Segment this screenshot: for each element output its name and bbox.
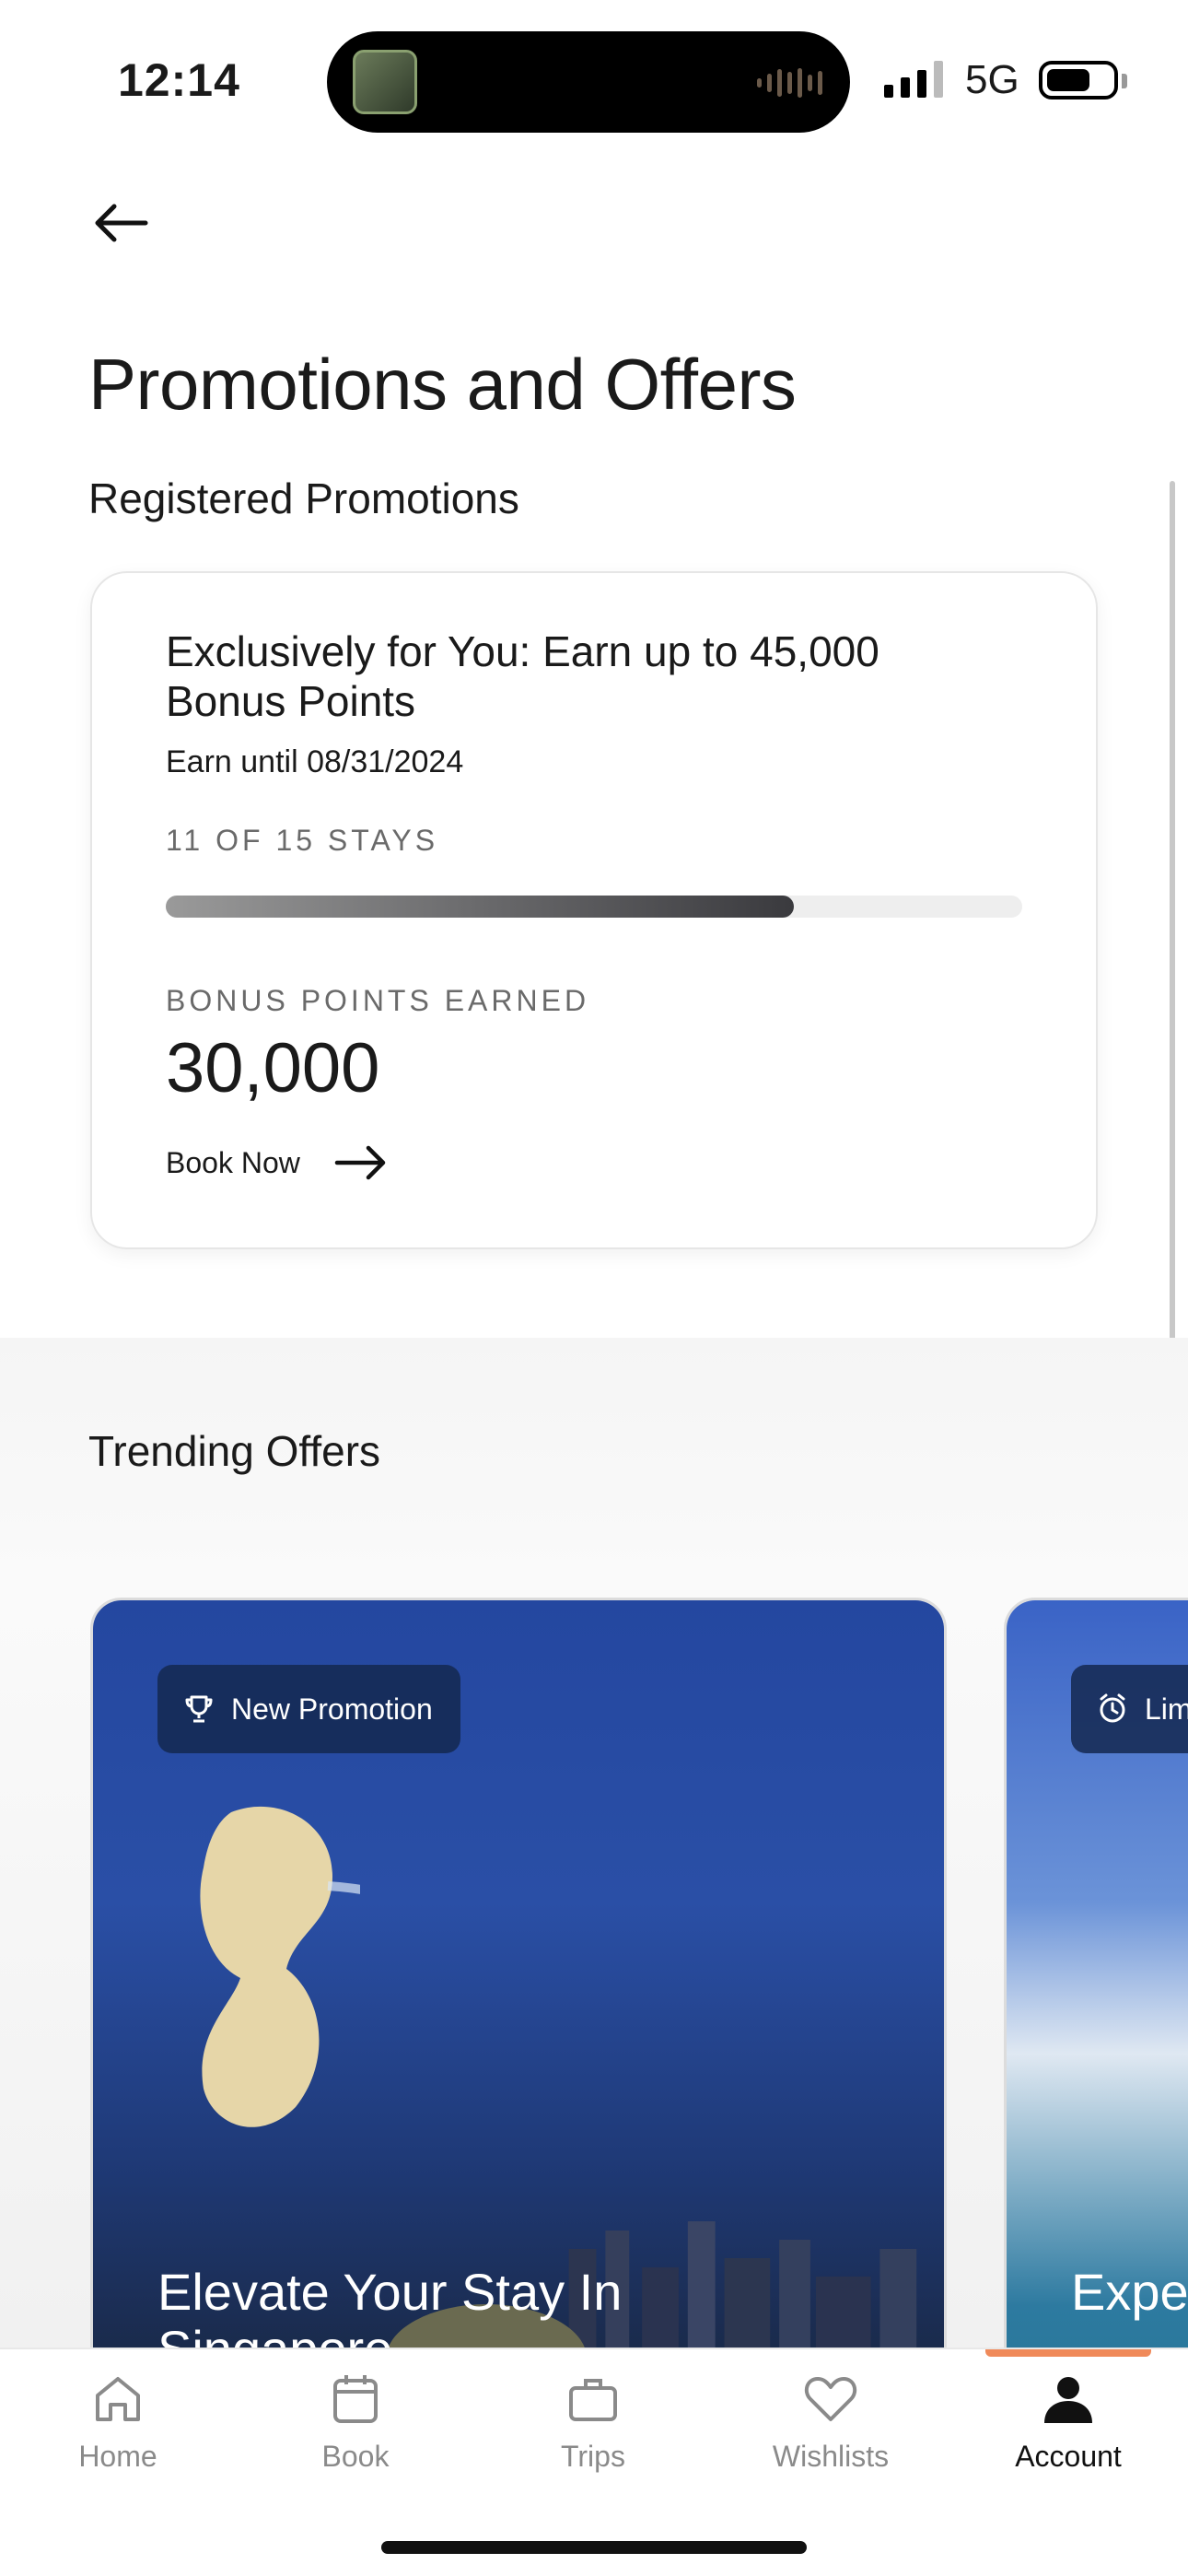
briefcase-icon: [569, 2379, 617, 2421]
book-now-label: Book Now: [166, 1145, 300, 1179]
nav-item-wishlists[interactable]: Wishlists: [739, 2371, 923, 2528]
alarm-clock-icon: [1100, 1693, 1125, 1723]
nav-item-book[interactable]: Book: [263, 2371, 448, 2528]
nav-label-book: Book: [321, 2440, 390, 2473]
offer-badge-label: New Promotion: [231, 1692, 433, 1726]
calendar-icon: [333, 2375, 378, 2423]
network-type: 5G: [965, 57, 1019, 102]
home-icon: [96, 2377, 140, 2421]
offer-badge-label: Lim: [1145, 1692, 1188, 1726]
nav-label-home: Home: [78, 2440, 157, 2473]
offer-badge: New Promotion: [157, 1665, 460, 1753]
promotion-deadline: Earn until 08/31/2024: [166, 744, 464, 779]
heart-icon: [804, 2377, 857, 2421]
audio-wave-icon: [757, 68, 822, 98]
offer-badge: Lim: [1071, 1665, 1188, 1753]
nav-label-trips: Trips: [561, 2440, 625, 2473]
merlion-illustration: [200, 1806, 360, 2127]
registered-promotions-heading: Registered Promotions: [88, 474, 519, 522]
back-button[interactable]: [90, 195, 151, 256]
arrow-right-icon: [334, 1145, 386, 1180]
battery-cap: [1122, 74, 1127, 88]
stays-progress-label: 11 OF 15 STAYS: [166, 824, 439, 857]
trending-offers-heading: Trending Offers: [88, 1427, 381, 1475]
active-tab-indicator: [985, 2349, 1151, 2357]
bonus-points-label: BONUS POINTS EARNED: [166, 984, 590, 1017]
dynamic-island[interactable]: [327, 31, 850, 133]
battery-icon: [1039, 61, 1118, 100]
bonus-points-value: 30,000: [166, 1029, 380, 1107]
nav-item-account[interactable]: Account: [976, 2371, 1160, 2528]
trophy-icon: [185, 1695, 213, 1723]
person-icon: [1044, 2377, 1092, 2423]
nav-label-account: Account: [1015, 2440, 1122, 2473]
nav-label-wishlists: Wishlists: [772, 2440, 890, 2473]
offer-title: Expe Beyo: [1071, 2263, 1188, 2321]
now-playing-thumbnail: [353, 50, 417, 114]
registered-promotion-card[interactable]: Exclusively for You: Earn up to 45,000 B…: [90, 571, 1098, 1249]
nav-item-trips[interactable]: Trips: [501, 2371, 685, 2528]
signal-icon: [884, 61, 943, 98]
book-now-link[interactable]: Book Now: [166, 1144, 389, 1181]
status-bar: 12:14 5G: [0, 0, 1188, 157]
status-time: 12:14: [118, 54, 240, 106]
home-indicator[interactable]: [381, 2541, 807, 2554]
page-title: Promotions and Offers: [88, 344, 797, 425]
arrow-left-icon: [95, 204, 148, 242]
stays-progress-bar: [166, 896, 1022, 918]
nav-item-home[interactable]: Home: [26, 2371, 210, 2528]
promotion-title: Exclusively for You: Earn up to 45,000 B…: [166, 627, 879, 725]
stays-progress-fill: [166, 896, 794, 918]
